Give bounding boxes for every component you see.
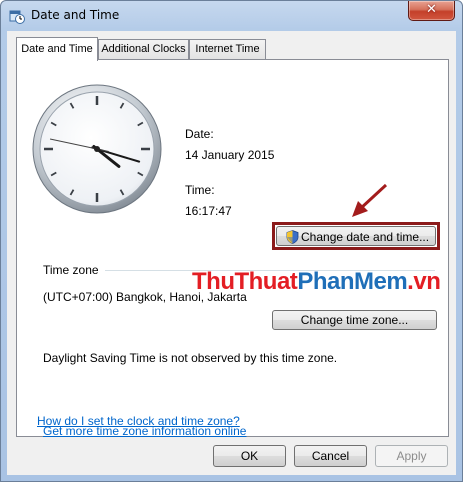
- title-bar[interactable]: Date and Time ✕: [1, 1, 462, 31]
- date-time-app-icon: [9, 10, 25, 24]
- apply-button[interactable]: Apply: [375, 445, 448, 467]
- ok-button[interactable]: OK: [213, 445, 286, 467]
- time-value: 16:17:47: [185, 204, 232, 218]
- cancel-button[interactable]: Cancel: [294, 445, 367, 467]
- close-icon: ✕: [426, 2, 437, 17]
- date-label: Date:: [185, 127, 214, 141]
- change-date-and-time-button[interactable]: Change date and time...: [276, 226, 436, 246]
- time-label: Time:: [185, 183, 215, 197]
- window-title: Date and Time: [31, 8, 120, 22]
- link-how-to-set-clock[interactable]: How do I set the clock and time zone?: [37, 414, 240, 428]
- change-time-zone-button[interactable]: Change time zone...: [272, 310, 437, 330]
- time-zone-heading: Time zone: [43, 263, 99, 277]
- tab-panel-date-and-time: Date: 14 January 2015 Time: 16:17:47 Cha…: [16, 59, 449, 438]
- dialog-client-area: Date and Time Additional Clocks Internet…: [7, 31, 456, 475]
- analog-clock: [32, 84, 162, 214]
- close-button[interactable]: ✕: [408, 1, 455, 21]
- watermark-logo: ThuThuatPhanMem.vn: [192, 268, 441, 295]
- tab-date-and-time[interactable]: Date and Time: [16, 37, 98, 61]
- tab-additional-clocks[interactable]: Additional Clocks: [98, 39, 189, 59]
- change-date-and-time-label: Change date and time...: [301, 230, 430, 244]
- date-value: 14 January 2015: [185, 148, 275, 162]
- tab-internet-time[interactable]: Internet Time: [189, 39, 266, 59]
- date-and-time-window: Date and Time ✕ Date and Time Additional…: [0, 0, 463, 482]
- uac-shield-icon: [286, 230, 299, 244]
- dst-status-text: Daylight Saving Time is not observed by …: [43, 351, 338, 365]
- annotation-arrow: [352, 183, 388, 217]
